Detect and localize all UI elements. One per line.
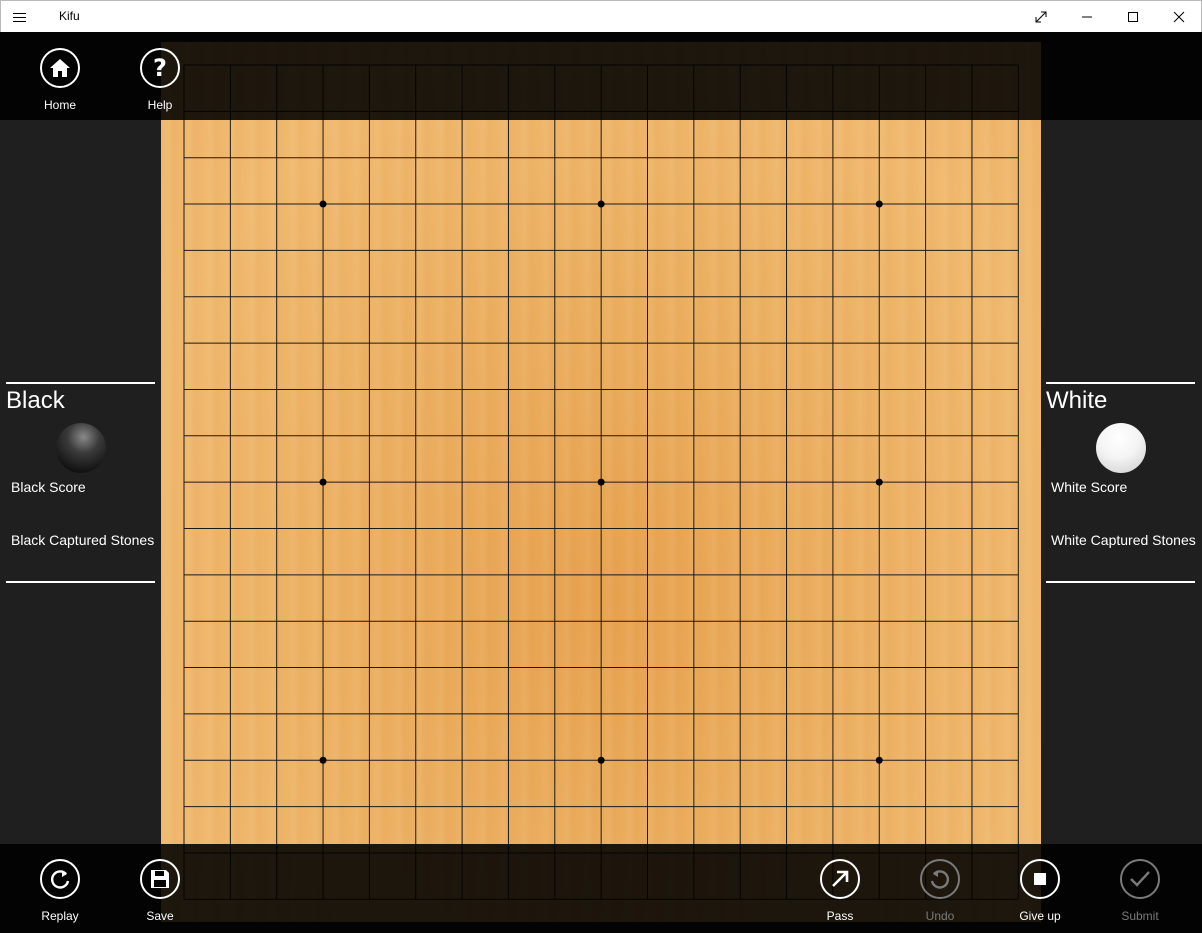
help-icon: ? bbox=[140, 48, 180, 88]
save-button[interactable]: Save bbox=[110, 859, 210, 923]
black-player-panel: Black Black Score Black Captured Stones bbox=[6, 382, 156, 583]
pass-icon bbox=[820, 859, 860, 899]
divider bbox=[1046, 581, 1195, 583]
app-title: Kifu bbox=[59, 9, 80, 23]
save-icon bbox=[140, 859, 180, 899]
black-captured-label: Black Captured Stones bbox=[11, 532, 155, 548]
give-up-button[interactable]: Give up bbox=[990, 859, 1090, 923]
save-label: Save bbox=[146, 909, 174, 923]
star-point bbox=[875, 756, 883, 764]
home-button[interactable]: Home bbox=[10, 48, 110, 112]
close-icon[interactable] bbox=[1156, 1, 1202, 32]
checkmark-icon bbox=[1120, 859, 1160, 899]
board-grid[interactable] bbox=[161, 42, 1041, 922]
maximize-icon[interactable] bbox=[1110, 1, 1156, 32]
divider bbox=[6, 581, 155, 583]
replay-button[interactable]: Replay bbox=[10, 859, 110, 923]
star-point bbox=[875, 478, 883, 486]
hamburger-icon[interactable] bbox=[13, 8, 35, 26]
undo-button[interactable]: Undo bbox=[890, 859, 990, 923]
give-up-label: Give up bbox=[1019, 909, 1061, 923]
submit-button[interactable]: Submit bbox=[1090, 859, 1190, 923]
bottom-app-bar: Replay Save Pass Undo Give up Submit bbox=[0, 844, 1202, 933]
black-player-name: Black bbox=[6, 387, 65, 414]
home-label: Home bbox=[43, 98, 76, 112]
star-point bbox=[597, 756, 605, 764]
top-app-bar: Home ? Help bbox=[0, 32, 1202, 120]
white-stone-icon bbox=[1096, 423, 1146, 473]
home-icon bbox=[40, 48, 80, 88]
help-button[interactable]: ? Help bbox=[110, 48, 210, 112]
replay-label: Replay bbox=[41, 909, 79, 923]
help-label: Help bbox=[147, 98, 173, 112]
star-point bbox=[875, 200, 883, 208]
pass-button[interactable]: Pass bbox=[790, 859, 890, 923]
black-score-label: Black Score bbox=[11, 479, 86, 495]
stop-icon bbox=[1020, 859, 1060, 899]
submit-label: Submit bbox=[1121, 909, 1159, 923]
undo-label: Undo bbox=[925, 909, 955, 923]
restore-icon[interactable] bbox=[1018, 1, 1064, 32]
divider bbox=[6, 382, 155, 384]
replay-icon bbox=[40, 859, 80, 899]
star-point bbox=[319, 200, 327, 208]
pass-label: Pass bbox=[826, 909, 854, 923]
divider bbox=[1046, 382, 1195, 384]
black-stone-icon bbox=[56, 423, 106, 473]
star-point bbox=[319, 478, 327, 486]
star-point bbox=[319, 756, 327, 764]
minimize-icon[interactable] bbox=[1064, 1, 1110, 32]
white-player-panel: White White Score White Captured Stones bbox=[1046, 382, 1196, 583]
undo-icon bbox=[920, 859, 960, 899]
star-point bbox=[597, 200, 605, 208]
white-captured-label: White Captured Stones bbox=[1051, 532, 1196, 548]
white-player-name: White bbox=[1046, 387, 1108, 414]
white-score-label: White Score bbox=[1051, 479, 1128, 495]
title-bar: Kifu bbox=[0, 0, 1202, 32]
go-board[interactable] bbox=[161, 42, 1041, 922]
star-point bbox=[597, 478, 605, 486]
